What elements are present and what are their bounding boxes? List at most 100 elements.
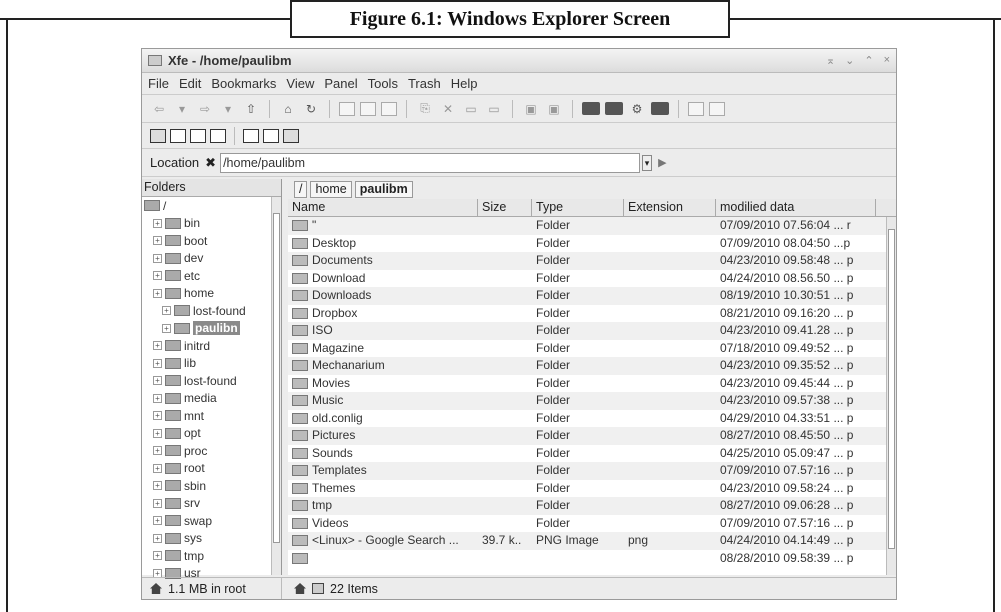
menu-panel[interactable]: Panel	[324, 76, 357, 91]
expand-icon[interactable]: +	[153, 253, 162, 263]
folder-tree-item[interactable]: + srv	[142, 495, 281, 513]
folder-tree-item[interactable]: + lost-found	[142, 372, 281, 390]
details-view-icon[interactable]	[283, 128, 299, 143]
menu-file[interactable]: File	[148, 76, 169, 91]
expand-icon[interactable]: +	[153, 551, 162, 561]
filter-icon[interactable]	[312, 583, 324, 594]
forward-icon[interactable]: ⇨	[196, 101, 214, 117]
refresh-icon[interactable]: ↻	[302, 101, 320, 117]
column-header-name[interactable]: Name	[288, 199, 478, 216]
menu-help[interactable]: Help	[451, 76, 478, 91]
file-list-scroll-thumb[interactable]	[888, 229, 895, 549]
breadcrumb-home[interactable]: home	[310, 180, 352, 198]
expand-icon[interactable]: +	[153, 271, 162, 281]
delete-icon[interactable]: ▣	[522, 101, 540, 117]
new-window-icon[interactable]	[381, 101, 397, 116]
file-row[interactable]: Desktop Folder 07/09/2010 08.04:50 ...p	[288, 235, 896, 253]
expand-icon[interactable]: +	[153, 533, 162, 543]
expand-icon[interactable]: +	[153, 498, 162, 508]
file-row[interactable]: Movies Folder 04/23/2010 09.45:44 ... p	[288, 375, 896, 393]
location-input[interactable]: /home/paulibm	[220, 152, 641, 173]
folder-tree-item[interactable]: + tmp	[142, 547, 281, 565]
small-icons-view-icon[interactable]	[263, 128, 279, 143]
file-row[interactable]: " Folder 07/09/2010 07.56:04 ... r	[288, 217, 896, 235]
expand-icon[interactable]: +	[153, 376, 162, 386]
folder-tree-item[interactable]: + initrd	[142, 337, 281, 355]
folders-header[interactable]: Folders	[142, 179, 281, 197]
back-history-icon[interactable]: ▾	[173, 101, 191, 117]
tree-two-panel-view-icon[interactable]	[170, 128, 186, 143]
open-folder-icon[interactable]	[582, 102, 600, 115]
file-row[interactable]: Documents Folder 04/23/2010 09.58:48 ... p	[288, 252, 896, 270]
expand-icon[interactable]: +	[153, 393, 162, 403]
folder-tree-item[interactable]: + root	[142, 460, 281, 478]
column-header-type[interactable]: Type	[532, 199, 624, 216]
expand-icon[interactable]: +	[153, 463, 162, 473]
shade-window-icon[interactable]: ⌅	[826, 54, 835, 67]
expand-icon[interactable]: +	[153, 236, 162, 246]
file-row[interactable]: ISO Folder 04/23/2010 09.41.28 ... p	[288, 322, 896, 340]
menu-edit[interactable]: Edit	[179, 76, 201, 91]
cut-icon[interactable]: ✕	[439, 101, 457, 117]
copy-icon[interactable]: ⎘	[416, 101, 434, 117]
folder-tree-item[interactable]: + paulibn	[142, 320, 281, 338]
folder-tree-item[interactable]: + sys	[142, 530, 281, 548]
folder-tree-item[interactable]: + bin	[142, 215, 281, 233]
two-panel-view-icon[interactable]	[210, 128, 226, 143]
forward-history-icon[interactable]: ▾	[219, 101, 237, 117]
tree-scroll-thumb[interactable]	[273, 213, 280, 543]
folder-tree-item[interactable]: + swap	[142, 512, 281, 530]
location-dropdown-icon[interactable]: ▾	[642, 154, 653, 171]
file-list-scrollbar[interactable]	[886, 217, 896, 575]
folder-tree-item[interactable]: /	[142, 197, 281, 215]
search-folder-icon[interactable]	[605, 102, 623, 115]
new-file-icon[interactable]	[339, 101, 355, 116]
clear-location-icon[interactable]: ✖	[205, 155, 216, 171]
expand-icon[interactable]: +	[153, 481, 162, 491]
back-icon[interactable]: ⇦	[150, 101, 168, 117]
network-icon[interactable]: ⚙	[628, 101, 646, 117]
file-row[interactable]: Dropbox Folder 08/21/2010 09.16:20 ... p	[288, 305, 896, 323]
two-panel-icon[interactable]	[709, 101, 725, 116]
folder-tree-item[interactable]: + opt	[142, 425, 281, 443]
folder-tree-item[interactable]: + home	[142, 285, 281, 303]
maximize-window-icon[interactable]: ⌃	[864, 54, 873, 67]
file-row[interactable]: old.conlig Folder 04/29/2010 04.33:51 ... …	[288, 410, 896, 428]
file-row[interactable]: 08/28/2010 09.58:39 ... p	[288, 550, 896, 568]
file-row[interactable]: Videos Folder 07/09/2010 07.57:16 ... p	[288, 515, 896, 533]
file-row[interactable]: Templates Folder 07/09/2010 07.57:16 ... p	[288, 462, 896, 480]
expand-icon[interactable]: +	[153, 218, 162, 228]
expand-icon[interactable]: +	[153, 446, 162, 456]
expand-icon[interactable]: +	[153, 341, 162, 351]
expand-icon[interactable]: +	[162, 306, 171, 316]
file-row[interactable]: Downloads Folder 08/19/2010 10.30:51 ... p	[288, 287, 896, 305]
expand-icon[interactable]: +	[153, 428, 162, 438]
menu-tools[interactable]: Tools	[368, 76, 398, 91]
folder-tree-item[interactable]: + dev	[142, 250, 281, 268]
paste-icon[interactable]: ▭	[462, 101, 480, 117]
menu-bookmarks[interactable]: Bookmarks	[211, 76, 276, 91]
go-arrow-icon[interactable]: ▶	[658, 156, 666, 169]
menu-view[interactable]: View	[286, 76, 314, 91]
expand-icon[interactable]: +	[153, 516, 162, 526]
folder-tree-item[interactable]: + lib	[142, 355, 281, 373]
file-row[interactable]: <Linux> - Google Search ... 39.7 k.. PNG I…	[288, 532, 896, 550]
menu-trash[interactable]: Trash	[408, 76, 441, 91]
paste-alt-icon[interactable]: ▭	[485, 101, 503, 117]
tree-panel-view-icon[interactable]	[150, 128, 166, 143]
file-row[interactable]: Sounds Folder 04/25/2010 05.09:47 ... p	[288, 445, 896, 463]
breadcrumb-paulibm[interactable]: paulibm	[354, 180, 413, 198]
file-row[interactable]: Magazine Folder 07/18/2010 09.49:52 ... p	[288, 340, 896, 358]
expand-icon[interactable]: +	[153, 358, 162, 368]
big-icons-view-icon[interactable]	[243, 128, 259, 143]
new-folder-icon[interactable]	[360, 101, 376, 116]
home-folder-icon[interactable]: ⌂	[279, 101, 297, 117]
expand-icon[interactable]: +	[153, 288, 162, 298]
folder-tree-item[interactable]: + lost-found	[142, 302, 281, 320]
column-header-modified[interactable]: modilied data	[716, 199, 876, 216]
trash-icon[interactable]: ▣	[545, 101, 563, 117]
minimize-window-icon[interactable]: ⌄	[845, 54, 854, 67]
file-row[interactable]: Pictures Folder 08/27/2010 08.45:50 ... p	[288, 427, 896, 445]
breadcrumb-root[interactable]: /	[294, 180, 308, 198]
column-header-extension[interactable]: Extension	[624, 199, 716, 216]
